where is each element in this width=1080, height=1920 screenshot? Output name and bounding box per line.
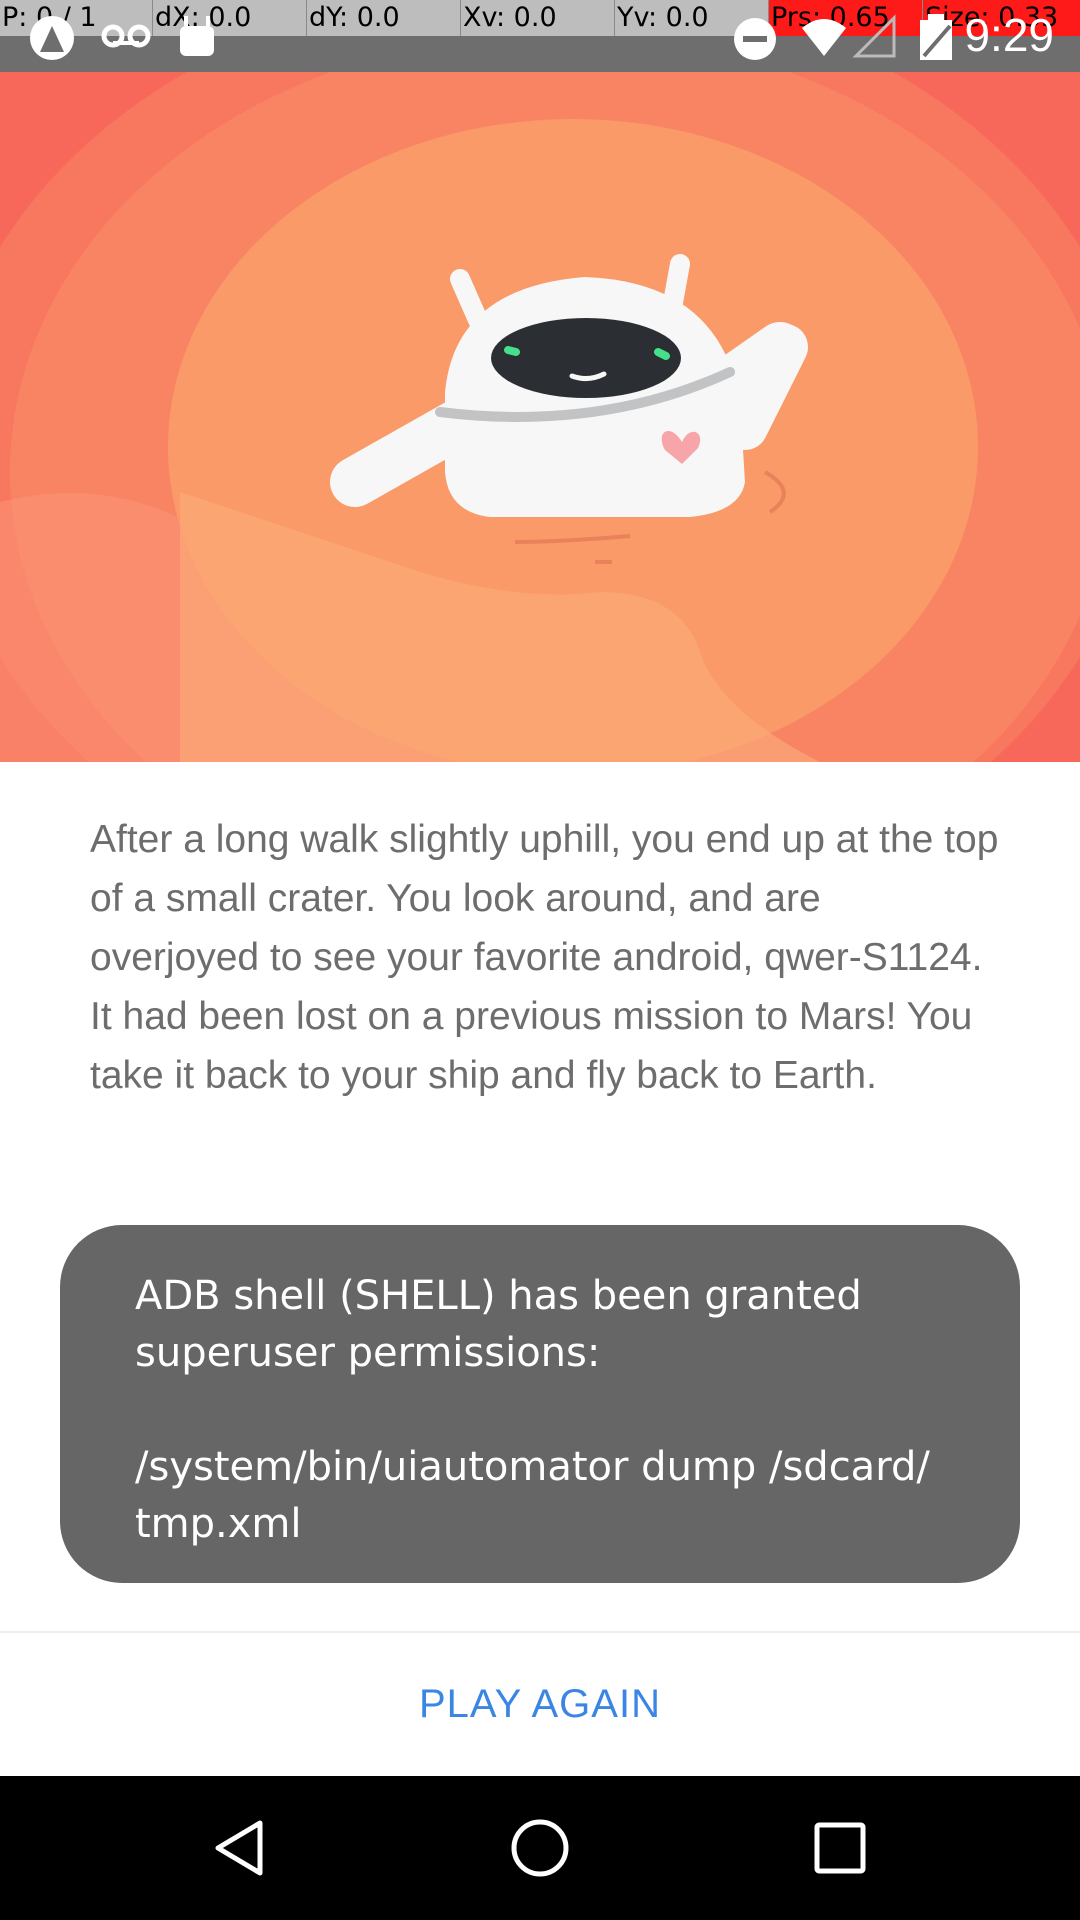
hero-illustration xyxy=(0,72,1080,762)
voicemail-icon xyxy=(101,24,151,48)
app-notification-icon xyxy=(30,16,74,60)
waving-android-robot-illustration xyxy=(0,72,1080,762)
battery-charging-icon xyxy=(920,14,952,60)
story-text: After a long walk slightly uphill, you e… xyxy=(90,818,999,1097)
recents-button[interactable] xyxy=(740,1776,940,1920)
toast-message: ADB shell (SHELL) has been granted super… xyxy=(135,1273,930,1547)
do-not-disturb-icon xyxy=(734,18,776,60)
home-button[interactable] xyxy=(440,1776,640,1920)
wifi-icon xyxy=(802,19,846,56)
home-icon xyxy=(511,1819,569,1877)
recents-icon xyxy=(814,1822,866,1874)
no-signal-icon xyxy=(852,14,896,58)
android-debug-icon xyxy=(180,16,214,56)
play-again-button[interactable]: PLAY AGAIN xyxy=(0,1633,1080,1776)
navigation-bar xyxy=(0,1776,1080,1920)
delta-y-readout: dY: 0.0 xyxy=(306,0,460,36)
back-button[interactable] xyxy=(140,1776,340,1920)
back-icon xyxy=(215,1820,263,1876)
x-velocity-readout: Xv: 0.0 xyxy=(460,0,614,36)
status-time: 9:29 xyxy=(964,9,1054,61)
superuser-toast: ADB shell (SHELL) has been granted super… xyxy=(60,1225,1020,1583)
